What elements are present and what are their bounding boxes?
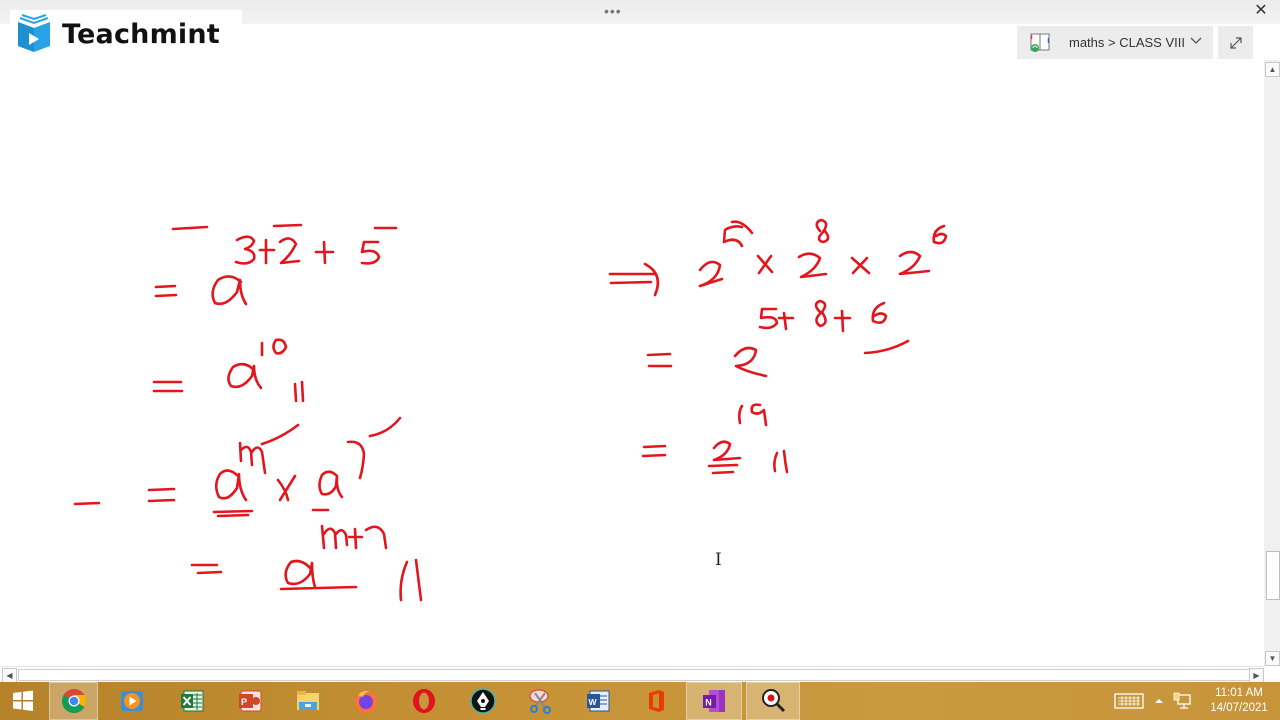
text-cursor: I xyxy=(715,550,722,570)
ink-line-a-pow-m-plus-n xyxy=(190,524,423,602)
ink-line-a-pow-3-2-5 xyxy=(154,223,398,306)
notebook-path: maths > CLASS VIII xyxy=(1069,35,1185,50)
ink-line-a-pow-10 xyxy=(152,338,305,403)
svg-text:W: W xyxy=(589,697,598,707)
ink-line-2pow5-times-2pow8-times-2pow6 xyxy=(608,218,948,297)
onenote-icon: N xyxy=(703,690,725,712)
word-icon: W xyxy=(587,690,610,712)
note-canvas[interactable] xyxy=(0,60,1264,666)
windows-logo-icon xyxy=(13,690,33,711)
svg-text:P: P xyxy=(241,697,247,707)
taskbar: P W N 11:01 AM 14/07/2021 xyxy=(0,682,1280,720)
brand-name: Teachmint xyxy=(62,18,220,50)
taskbar-firefox[interactable] xyxy=(338,682,394,720)
taskbar-snipping-tool[interactable] xyxy=(512,682,568,720)
taskbar-chrome[interactable] xyxy=(49,682,98,720)
ink-line-2pow-5-8-6 xyxy=(646,299,910,378)
scroll-up-button[interactable]: ▲ xyxy=(1265,62,1280,77)
expand-diagonal-icon xyxy=(1229,36,1242,49)
clock-time: 11:01 AM xyxy=(1215,687,1263,699)
taskbar-media-player[interactable] xyxy=(104,682,160,720)
powerpoint-icon: P xyxy=(239,690,262,712)
opera-icon xyxy=(413,689,435,713)
taskbar-powerpoint[interactable]: P xyxy=(222,682,278,720)
taskbar-opera[interactable] xyxy=(396,682,452,720)
ink-line-2pow-19 xyxy=(641,403,789,475)
close-button[interactable]: ✕ xyxy=(1252,2,1270,20)
pen-nib-icon xyxy=(470,688,496,714)
svg-text:N: N xyxy=(705,698,712,708)
notebook-selector[interactable]: maths > CLASS VIII xyxy=(1017,26,1213,59)
vertical-scroll-thumb[interactable] xyxy=(1266,551,1280,600)
start-button[interactable] xyxy=(0,682,46,720)
file-explorer-icon xyxy=(297,691,319,710)
taskbar-word[interactable]: W xyxy=(570,682,626,720)
chrome-icon xyxy=(61,689,86,714)
chevron-down-icon[interactable] xyxy=(1189,34,1203,48)
horizontal-scroll-thumb[interactable] xyxy=(18,669,1250,681)
firefox-icon xyxy=(355,690,377,713)
magnifier-record-icon xyxy=(762,689,786,713)
scissors-icon xyxy=(529,689,551,714)
taskbar-clock[interactable]: 11:01 AM 14/07/2021 xyxy=(1206,686,1272,716)
excel-icon xyxy=(181,690,204,712)
taskbar-pen-app[interactable] xyxy=(455,682,511,720)
taskbar-office[interactable] xyxy=(628,682,684,720)
taskbar-screen-recorder[interactable] xyxy=(746,682,800,720)
taskbar-onenote[interactable]: N xyxy=(686,682,742,720)
system-tray xyxy=(1114,682,1192,720)
scroll-down-button[interactable]: ▼ xyxy=(1265,651,1280,666)
office-icon xyxy=(649,690,664,712)
scroll-left-button[interactable]: ◀ xyxy=(2,668,17,683)
taskbar-file-explorer[interactable] xyxy=(280,682,336,720)
handwritten-ink xyxy=(73,218,948,602)
touch-keyboard-icon[interactable] xyxy=(1114,691,1144,711)
expand-button[interactable] xyxy=(1218,26,1253,59)
teachmint-book-play-icon xyxy=(18,14,50,52)
scroll-right-button[interactable]: ▶ xyxy=(1249,668,1264,683)
media-player-icon xyxy=(121,691,143,711)
notebook-sync-icon xyxy=(1030,33,1050,52)
clock-date: 14/07/2021 xyxy=(1210,702,1268,714)
window-options-dots[interactable]: ••• xyxy=(604,4,622,18)
network-icon[interactable] xyxy=(1172,691,1192,711)
caret-up-icon[interactable] xyxy=(1152,695,1166,707)
taskbar-excel[interactable] xyxy=(164,682,220,720)
teachmint-logo: Teachmint xyxy=(10,10,242,58)
ink-line-am-times-an xyxy=(73,416,402,518)
